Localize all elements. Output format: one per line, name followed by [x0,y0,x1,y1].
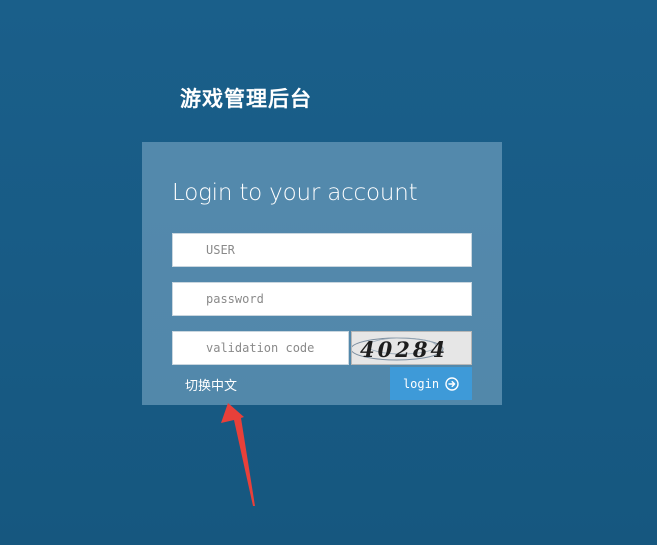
password-input[interactable] [172,282,472,316]
arrow-circle-right-icon [445,376,459,391]
login-panel: Login to your account 40284 切换中文 login [142,142,502,405]
validation-code-input[interactable] [172,331,349,365]
login-heading: Login to your account [172,180,418,206]
captcha-text: 40284 [360,337,448,362]
login-button[interactable]: login [390,367,472,400]
page-title: 游戏管理后台 [180,87,312,111]
captcha-image[interactable]: 40284 [351,331,472,365]
captcha-graphic: 40284 [352,337,448,362]
switch-language-link[interactable]: 切换中文 [185,375,237,394]
user-input[interactable] [172,233,472,267]
login-button-label: login [402,376,440,391]
